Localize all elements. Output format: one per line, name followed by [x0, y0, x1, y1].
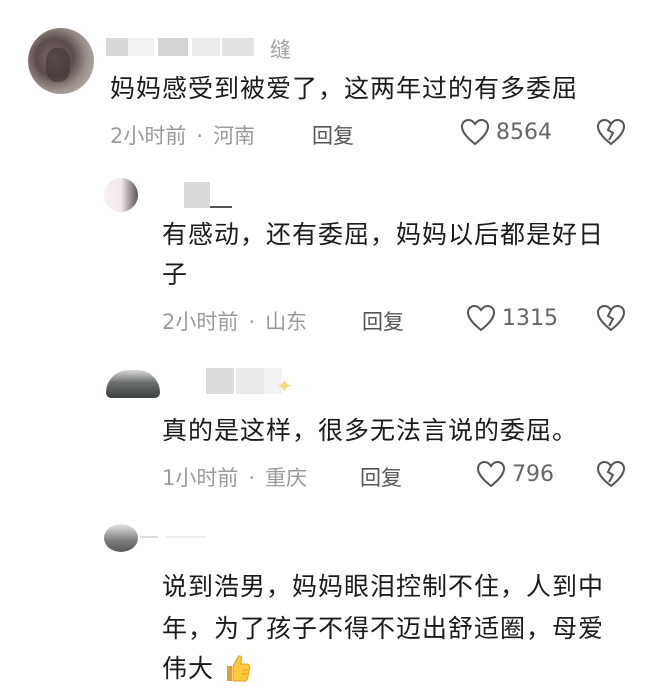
- heart-icon[interactable]: [476, 460, 506, 488]
- broken-heart-icon[interactable]: [596, 460, 626, 488]
- reply-button[interactable]: 回复: [362, 306, 404, 336]
- comment-text: 真的是这样，很多无法言说的委屈。: [162, 416, 579, 445]
- username-suffix: 缝: [270, 38, 291, 62]
- avatar[interactable]: [106, 370, 160, 398]
- timestamp: 1小时前: [162, 466, 239, 490]
- timestamp: 2小时前: [110, 124, 187, 148]
- broken-heart-icon[interactable]: [596, 118, 626, 146]
- like-count: 1315: [502, 306, 558, 331]
- comment-text-line-2: 年，为了孩子不得不迈出舒适圈，母爱: [162, 614, 605, 643]
- reply-button[interactable]: 回复: [360, 462, 402, 492]
- timestamp: 2小时前: [162, 310, 239, 334]
- avatar[interactable]: [28, 28, 94, 94]
- location: 山东: [265, 310, 308, 334]
- comment-meta: 2小时前 · 山东: [162, 306, 307, 336]
- location: 河南: [213, 124, 256, 148]
- comment-text-line-3: 伟大: [162, 650, 251, 688]
- username-blurred[interactable]: [140, 536, 220, 558]
- comment-text-line-1: 说到浩男，妈妈眼泪控制不住，人到中: [162, 572, 605, 601]
- comment-text-line-2: 子: [162, 260, 189, 289]
- comment-text-line-1: 有感动，还有委屈，妈妈以后都是好日: [162, 220, 605, 249]
- comment-text-line-3-text: 伟大: [162, 654, 215, 683]
- username-blurred[interactable]: [140, 182, 240, 208]
- broken-heart-icon[interactable]: [596, 304, 626, 332]
- avatar[interactable]: [104, 524, 138, 552]
- avatar[interactable]: [104, 178, 138, 212]
- sparkle-icon: ✦: [276, 374, 293, 398]
- meta-separator: ·: [248, 466, 256, 490]
- meta-separator: ·: [248, 310, 256, 334]
- thumbs-up-icon: [226, 655, 251, 682]
- heart-icon[interactable]: [466, 304, 496, 332]
- comment-meta: 2小时前 · 河南: [110, 120, 255, 150]
- comment-text: 妈妈感受到被爱了，这两年过的有多委屈: [110, 74, 579, 103]
- username-blurred[interactable]: [106, 36, 266, 58]
- location: 重庆: [265, 466, 308, 490]
- meta-separator: ·: [196, 124, 204, 148]
- like-count: 8564: [496, 120, 552, 145]
- reply-button[interactable]: 回复: [312, 120, 354, 150]
- heart-icon[interactable]: [460, 118, 490, 146]
- comment-meta: 1小时前 · 重庆: [162, 462, 307, 492]
- like-count: 796: [512, 462, 554, 487]
